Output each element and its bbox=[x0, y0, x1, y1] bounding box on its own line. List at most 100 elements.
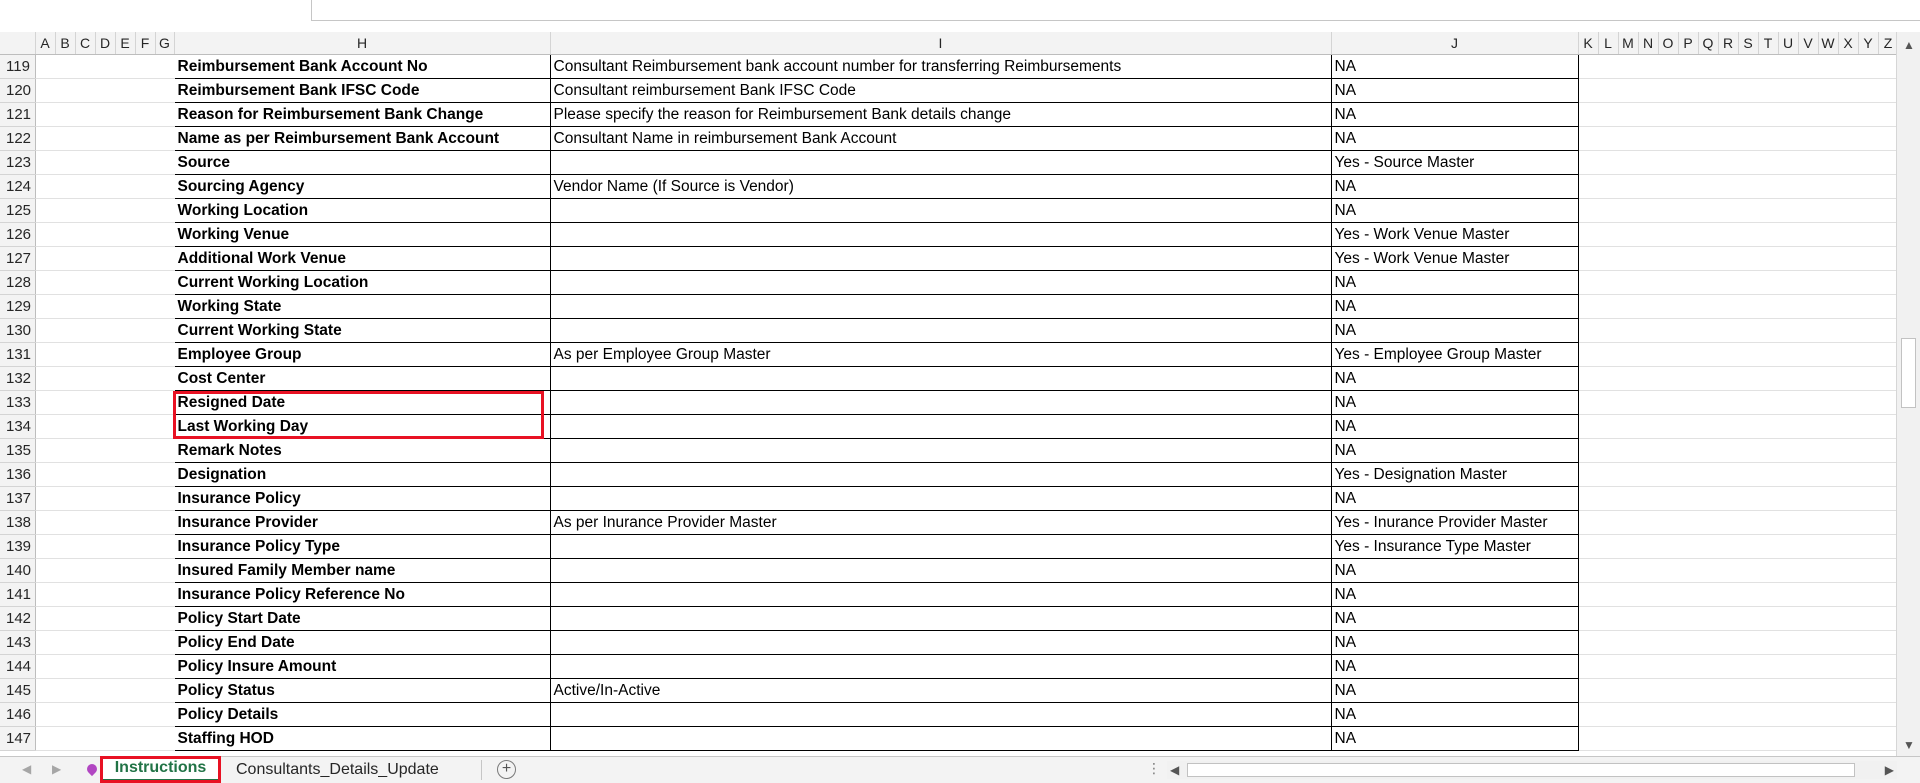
cell-field-name[interactable]: Source bbox=[173, 150, 551, 175]
grid-cell[interactable] bbox=[1878, 510, 1896, 535]
grid-cell[interactable] bbox=[35, 462, 55, 487]
grid-cell[interactable] bbox=[1718, 630, 1738, 655]
scroll-up-arrow-icon[interactable]: ▲ bbox=[1903, 38, 1915, 52]
grid-cell[interactable] bbox=[1838, 78, 1858, 103]
grid-cell[interactable] bbox=[1698, 630, 1718, 655]
grid-cell[interactable] bbox=[1778, 558, 1798, 583]
grid-cell[interactable] bbox=[115, 318, 135, 343]
grid-cell[interactable] bbox=[1618, 462, 1638, 487]
scroll-left-arrow-icon[interactable]: ◀ bbox=[1170, 761, 1179, 779]
grid-cell[interactable] bbox=[1718, 558, 1738, 583]
grid-cell[interactable] bbox=[35, 510, 55, 535]
grid-cell[interactable] bbox=[55, 102, 75, 127]
grid-cell[interactable] bbox=[55, 126, 75, 151]
grid-cell[interactable] bbox=[155, 630, 174, 655]
vertical-scrollbar[interactable]: ▲ ▼ bbox=[1896, 32, 1920, 756]
cell-description[interactable]: As per Inurance Provider Master bbox=[549, 510, 1332, 535]
grid-cell[interactable] bbox=[1678, 222, 1698, 247]
grid-cell[interactable] bbox=[55, 678, 75, 703]
grid-cell[interactable] bbox=[1838, 150, 1858, 175]
grid-cell[interactable] bbox=[75, 318, 95, 343]
grid-cell[interactable] bbox=[1718, 102, 1738, 127]
grid-cell[interactable] bbox=[1718, 438, 1738, 463]
grid-cell[interactable] bbox=[35, 54, 55, 79]
grid-cell[interactable] bbox=[1838, 174, 1858, 199]
grid-cell[interactable] bbox=[1598, 510, 1618, 535]
grid-cell[interactable] bbox=[95, 222, 115, 247]
row-header[interactable]: 139 bbox=[0, 534, 36, 559]
grid-cell[interactable] bbox=[1738, 702, 1758, 727]
cell-master[interactable]: NA bbox=[1330, 558, 1579, 583]
cell-master[interactable]: NA bbox=[1330, 390, 1579, 415]
grid-cell[interactable] bbox=[1858, 150, 1878, 175]
grid-cell[interactable] bbox=[1578, 462, 1598, 487]
grid-cell[interactable] bbox=[1598, 486, 1618, 511]
grid-cell[interactable] bbox=[1718, 54, 1738, 79]
cell-description[interactable]: Consultant reimbursement Bank IFSC Code bbox=[549, 78, 1332, 103]
cell-description[interactable]: Consultant Reimbursement bank account nu… bbox=[549, 54, 1332, 79]
grid-cell[interactable] bbox=[1698, 366, 1718, 391]
row-header[interactable]: 141 bbox=[0, 582, 36, 607]
grid-cell[interactable] bbox=[135, 366, 155, 391]
grid-cell[interactable] bbox=[1798, 390, 1818, 415]
grid-cell[interactable] bbox=[1798, 582, 1818, 607]
grid-cell[interactable] bbox=[1658, 222, 1678, 247]
grid-cell[interactable] bbox=[1738, 126, 1758, 151]
grid-cell[interactable] bbox=[115, 102, 135, 127]
grid-cell[interactable] bbox=[1818, 726, 1838, 751]
grid-cell[interactable] bbox=[1778, 294, 1798, 319]
cell-field-name[interactable]: Insurance Policy bbox=[173, 486, 551, 511]
grid-cell[interactable] bbox=[1838, 270, 1858, 295]
grid-cell[interactable] bbox=[1778, 606, 1798, 631]
grid-cell[interactable] bbox=[1658, 702, 1678, 727]
select-all-corner[interactable] bbox=[0, 32, 36, 55]
grid-cell[interactable] bbox=[1778, 318, 1798, 343]
cell-master[interactable]: NA bbox=[1330, 702, 1579, 727]
grid-cell[interactable] bbox=[1758, 534, 1778, 559]
grid-cell[interactable] bbox=[1618, 54, 1638, 79]
grid-cell[interactable] bbox=[1598, 582, 1618, 607]
grid-cell[interactable] bbox=[1798, 414, 1818, 439]
grid-cell[interactable] bbox=[115, 558, 135, 583]
grid-cell[interactable] bbox=[1618, 174, 1638, 199]
grid-cell[interactable] bbox=[1878, 294, 1896, 319]
grid-cell[interactable] bbox=[1858, 270, 1878, 295]
grid-cell[interactable] bbox=[35, 702, 55, 727]
grid-cell[interactable] bbox=[1838, 318, 1858, 343]
cell-description[interactable]: Vendor Name (If Source is Vendor) bbox=[549, 174, 1332, 199]
grid-cell[interactable] bbox=[135, 654, 155, 679]
grid-cell[interactable] bbox=[1718, 582, 1738, 607]
grid-cell[interactable] bbox=[1678, 654, 1698, 679]
grid-cell[interactable] bbox=[135, 294, 155, 319]
grid-cell[interactable] bbox=[1778, 462, 1798, 487]
column-header[interactable]: P bbox=[1678, 32, 1699, 55]
grid-cell[interactable] bbox=[1618, 630, 1638, 655]
grid-cell[interactable] bbox=[1698, 102, 1718, 127]
cell-master[interactable]: NA bbox=[1330, 294, 1579, 319]
grid-cell[interactable] bbox=[1758, 654, 1778, 679]
grid-cell[interactable] bbox=[1678, 270, 1698, 295]
grid-cell[interactable] bbox=[55, 366, 75, 391]
grid-cell[interactable] bbox=[55, 438, 75, 463]
grid-cell[interactable] bbox=[1638, 198, 1658, 223]
grid-cell[interactable] bbox=[1578, 534, 1598, 559]
grid-cell[interactable] bbox=[155, 342, 174, 367]
cell-master[interactable]: Yes - Source Master bbox=[1330, 150, 1579, 175]
grid-cell[interactable] bbox=[1578, 366, 1598, 391]
grid-cell[interactable] bbox=[1658, 198, 1678, 223]
grid-cell[interactable] bbox=[1658, 462, 1678, 487]
grid-cell[interactable] bbox=[115, 414, 135, 439]
grid-cell[interactable] bbox=[135, 54, 155, 79]
cell-field-name[interactable]: Reimbursement Bank Account No bbox=[173, 54, 551, 79]
grid-cell[interactable] bbox=[1878, 654, 1896, 679]
grid-cell[interactable] bbox=[55, 294, 75, 319]
grid-cell[interactable] bbox=[135, 726, 155, 751]
grid-cell[interactable] bbox=[95, 198, 115, 223]
grid-cell[interactable] bbox=[75, 150, 95, 175]
grid-cell[interactable] bbox=[1678, 102, 1698, 127]
grid-cell[interactable] bbox=[1818, 462, 1838, 487]
grid-cell[interactable] bbox=[1778, 414, 1798, 439]
grid-cell[interactable] bbox=[1878, 366, 1896, 391]
grid-cell[interactable] bbox=[1618, 438, 1638, 463]
grid-cell[interactable] bbox=[1758, 390, 1778, 415]
